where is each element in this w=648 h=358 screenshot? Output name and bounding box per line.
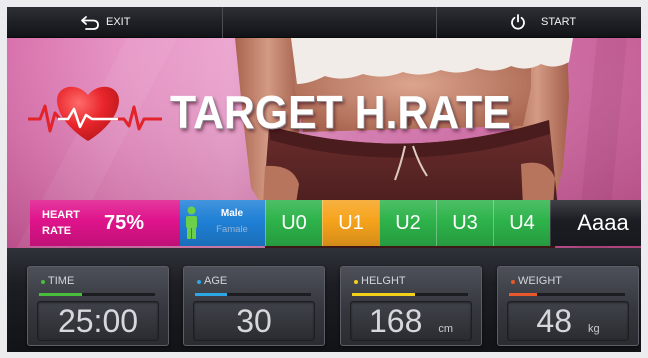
- stat-dot: [197, 280, 201, 284]
- stat-card-height[interactable]: HELGHT 168 cm: [340, 266, 482, 346]
- stat-dot: [511, 280, 515, 284]
- return-arrow-icon: [81, 16, 99, 30]
- stat-value: 25:00: [57, 303, 139, 339]
- user-name-button[interactable]: Aaaa: [550, 200, 641, 246]
- stat-label: HELGHT: [361, 275, 406, 287]
- exit-button[interactable]: EXIT: [7, 7, 222, 38]
- stat-progress-fill: [195, 293, 228, 296]
- console-screen: EXIT START TARGET H.RATE HEART RATE 75% …: [7, 7, 641, 352]
- level-button-u4[interactable]: U4: [493, 200, 550, 246]
- heart-rate-value: 75%: [104, 212, 145, 234]
- top-bar: EXIT START: [7, 7, 641, 38]
- heart-ecg-icon: [28, 86, 162, 141]
- level-button-u0[interactable]: U0: [265, 200, 322, 246]
- gender-female-option[interactable]: Famale: [200, 221, 264, 238]
- stat-unit: kg: [587, 323, 600, 335]
- power-icon: [511, 14, 525, 30]
- start-button[interactable]: START: [437, 7, 641, 38]
- stat-dot: [41, 280, 45, 284]
- person-leg-left: [187, 227, 191, 239]
- stat-value-box: 30: [193, 301, 315, 341]
- heart-shape: [57, 86, 119, 141]
- stat-label: TIME: [48, 275, 75, 287]
- gender-male-option[interactable]: Male: [200, 206, 264, 221]
- stat-card-time[interactable]: TIME 25:00: [27, 266, 169, 346]
- person-icon: [186, 206, 197, 239]
- level-button-u3[interactable]: U3: [436, 200, 493, 246]
- stat-dot: [354, 280, 358, 284]
- arrow-body: [81, 19, 99, 30]
- heart-rate-button[interactable]: HEART RATE 75%: [30, 200, 180, 246]
- stat-unit: cm: [438, 323, 454, 335]
- stat-value: 30: [236, 303, 272, 339]
- stat-label: AGE: [204, 275, 228, 287]
- stat-value-box: 168 cm: [350, 301, 472, 341]
- stat-progress-track: [39, 293, 155, 296]
- stat-progress-fill: [39, 293, 82, 296]
- stat-value: 168: [368, 303, 423, 339]
- person-head: [187, 206, 196, 215]
- level-button-u1[interactable]: U1: [322, 200, 379, 246]
- person-body: [186, 216, 197, 228]
- person-leg-right: [192, 227, 196, 239]
- stat-progress-track: [509, 293, 625, 296]
- gender-options: Male Famale: [200, 206, 264, 238]
- level-button-u2[interactable]: U2: [379, 200, 436, 246]
- stat-progress-fill: [352, 293, 415, 296]
- stats-panel: TIME 25:00 AGE 30 HELGHT 168 cm WEIGHT 4…: [7, 248, 641, 352]
- stat-value-box: 48 kg: [507, 301, 629, 341]
- mode-bar: HEART RATE 75% Male Famale U0 U1 U2 U3 U…: [30, 200, 641, 246]
- gender-selector[interactable]: Male Famale: [180, 200, 265, 246]
- stat-value: 48: [536, 303, 572, 339]
- stat-label: WEIGHT: [518, 275, 562, 287]
- heart-rate-label-line1: HEART: [42, 209, 80, 221]
- exit-label: EXIT: [106, 16, 131, 28]
- stat-progress-track: [195, 293, 311, 296]
- start-label: START: [541, 16, 577, 28]
- page-title: TARGET H.RATE: [170, 86, 511, 138]
- stat-card-age[interactable]: AGE 30: [183, 266, 325, 346]
- stat-value-box: 25:00: [37, 301, 159, 341]
- heart-rate-label: HEART RATE: [42, 207, 80, 239]
- stat-progress-track: [352, 293, 468, 296]
- heart-rate-label-line2: RATE: [42, 225, 72, 237]
- stat-card-weight[interactable]: WEIGHT 48 kg: [497, 266, 639, 346]
- top-bar-center: [222, 7, 437, 38]
- stat-progress-fill: [509, 293, 537, 296]
